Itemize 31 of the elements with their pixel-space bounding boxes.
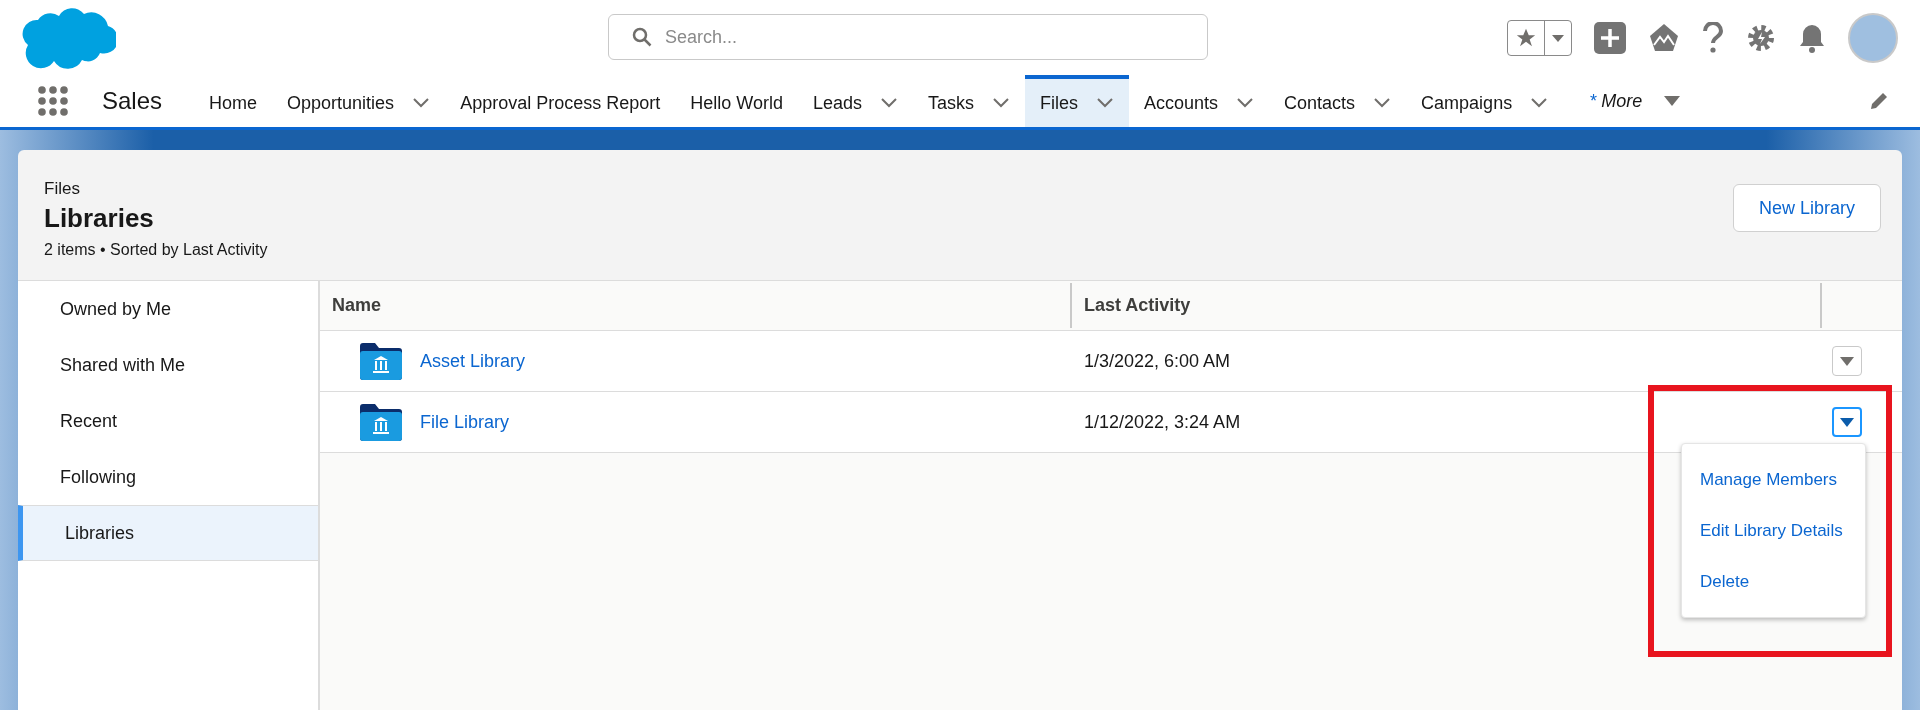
menu-item[interactable]: Manage Members [1682, 454, 1865, 505]
sidebar-item[interactable]: Following [18, 449, 318, 505]
sidebar-item[interactable]: Recent [18, 393, 318, 449]
nav-tab[interactable]: Home [194, 75, 273, 127]
nav-tab[interactable]: Approval Process Report [445, 75, 676, 127]
nav-tab[interactable]: Hello World [675, 75, 798, 127]
breadcrumb: Files [44, 178, 81, 200]
nav-tab[interactable]: Accounts [1129, 75, 1270, 127]
library-link[interactable]: File Library [420, 408, 510, 436]
page-title: Libraries [44, 201, 155, 234]
library-link[interactable]: Asset Library [420, 347, 526, 375]
sidebar-item[interactable]: Libraries [18, 505, 318, 561]
nav-tab[interactable]: Files [1025, 75, 1129, 127]
page-subtitle: 2 items • Sorted by Last Activity [44, 240, 268, 260]
new-library-button[interactable]: New Library [1732, 184, 1881, 232]
search-field[interactable]: Search... [608, 14, 1208, 60]
table-cell-text: 1/12/2022, 3:24 AM [1083, 410, 1242, 434]
more-tab[interactable]: * More [1563, 75, 1707, 127]
nav-tab[interactable]: Campaigns [1406, 75, 1564, 127]
column-header[interactable]: Last Activity [1072, 283, 1822, 328]
app-name: Sales [102, 86, 163, 116]
table-cell-text: 1/3/2022, 6:00 AM [1083, 349, 1232, 373]
nav-tab[interactable]: Tasks [912, 75, 1025, 127]
nav-tab[interactable]: Leads [797, 75, 913, 127]
sidebar-item[interactable]: Owned by Me [18, 281, 318, 337]
menu-item[interactable]: Edit Library Details [1682, 505, 1865, 556]
nav-tab[interactable]: Contacts [1269, 75, 1407, 127]
nav-tab[interactable]: Opportunities [272, 75, 446, 127]
column-header[interactable]: Name [320, 283, 1072, 328]
menu-item[interactable]: Delete [1682, 556, 1865, 607]
sidebar-item[interactable]: Shared with Me [18, 337, 318, 393]
